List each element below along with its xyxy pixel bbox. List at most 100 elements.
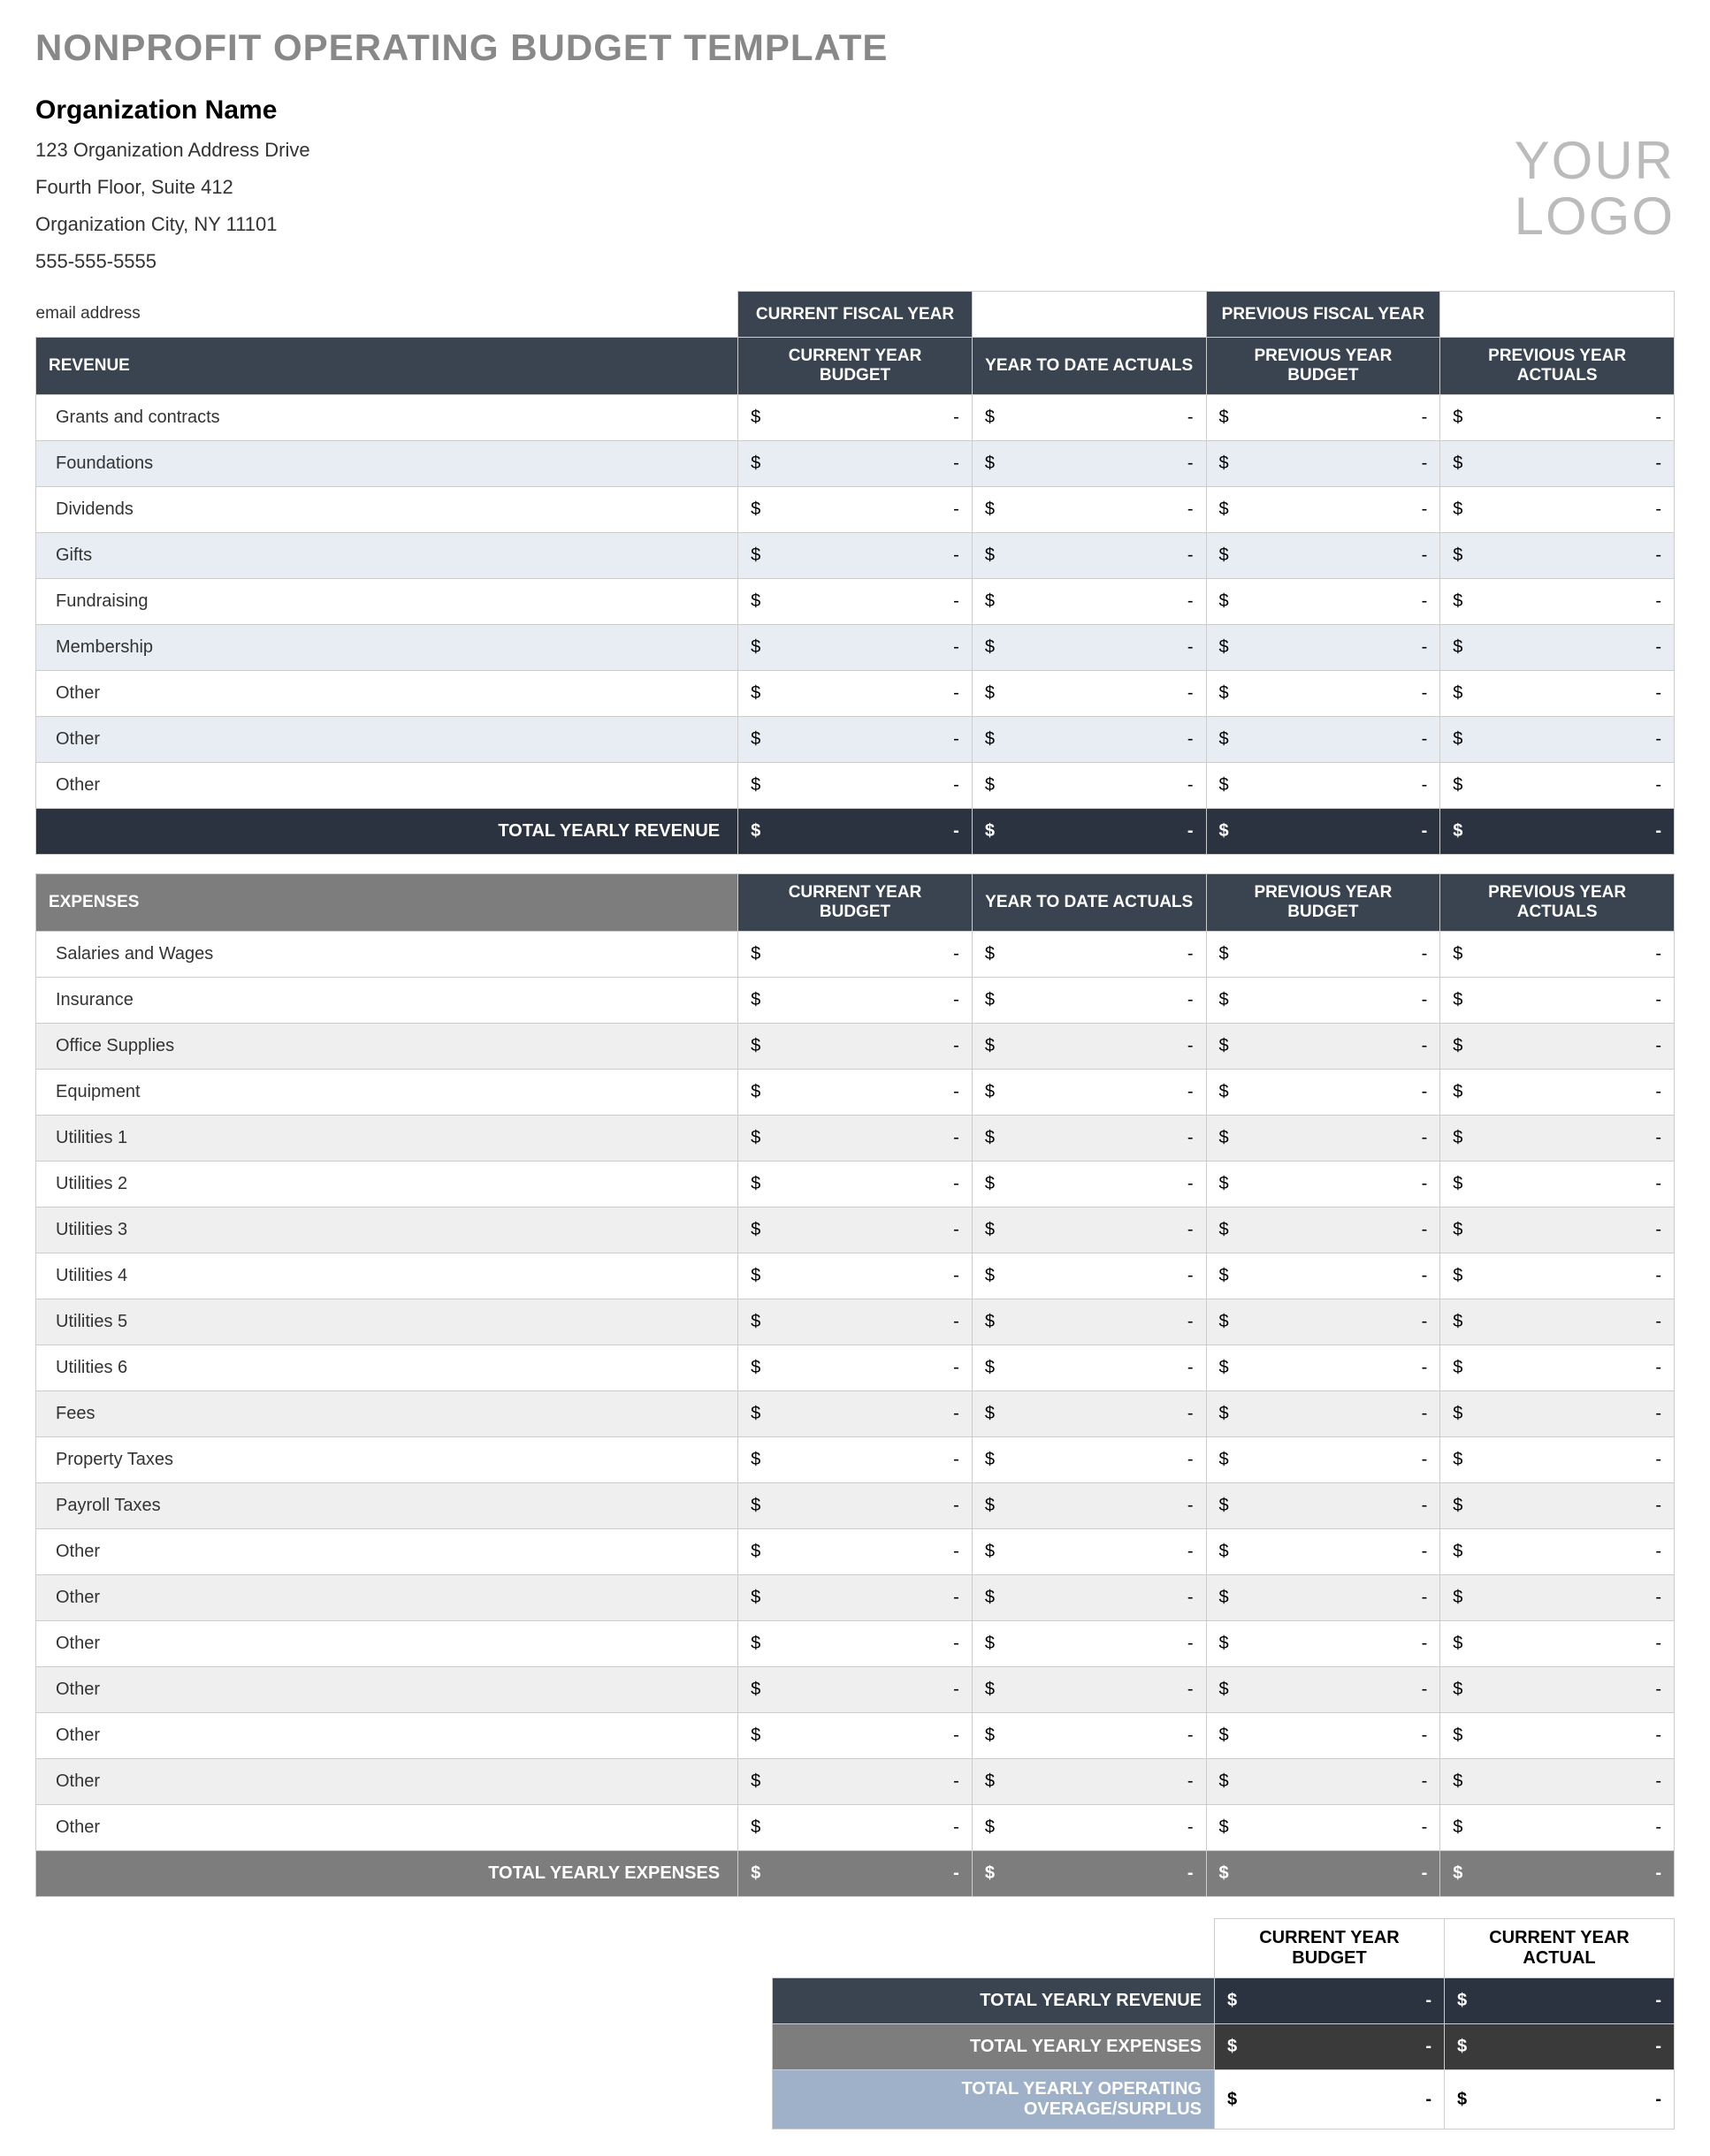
money-cell[interactable]: $- bbox=[1206, 1162, 1440, 1208]
money-cell[interactable]: $- bbox=[738, 625, 973, 671]
money-cell[interactable]: $- bbox=[1206, 1391, 1440, 1437]
money-cell[interactable]: $- bbox=[738, 717, 973, 763]
money-cell[interactable]: $- bbox=[1206, 533, 1440, 579]
money-cell[interactable]: $- bbox=[1440, 671, 1675, 717]
money-cell[interactable]: $- bbox=[738, 1621, 973, 1667]
money-cell[interactable]: $- bbox=[1206, 1667, 1440, 1713]
money-cell[interactable]: $- bbox=[1440, 1299, 1675, 1345]
money-cell[interactable]: $- bbox=[1440, 1805, 1675, 1851]
money-cell[interactable]: $- bbox=[972, 1208, 1206, 1253]
money-cell[interactable]: $- bbox=[1440, 1437, 1675, 1483]
money-cell[interactable]: $- bbox=[1206, 1483, 1440, 1529]
money-cell[interactable]: $- bbox=[738, 809, 973, 855]
money-cell[interactable]: $- bbox=[1206, 579, 1440, 625]
money-cell[interactable]: $- bbox=[972, 717, 1206, 763]
money-cell[interactable]: $- bbox=[1440, 1208, 1675, 1253]
money-cell[interactable]: $- bbox=[738, 1070, 973, 1116]
money-cell[interactable]: $- bbox=[1206, 1024, 1440, 1070]
money-cell[interactable]: $- bbox=[1206, 1805, 1440, 1851]
money-cell[interactable]: $- bbox=[1440, 978, 1675, 1024]
money-cell[interactable]: $- bbox=[1206, 763, 1440, 809]
money-cell[interactable]: $- bbox=[1206, 1529, 1440, 1575]
money-cell[interactable]: $- bbox=[738, 1483, 973, 1529]
money-cell[interactable]: $- bbox=[972, 1483, 1206, 1529]
money-cell[interactable]: $- bbox=[1440, 1345, 1675, 1391]
money-cell[interactable]: $- bbox=[972, 395, 1206, 441]
money-cell[interactable]: $- bbox=[738, 395, 973, 441]
money-cell[interactable]: $- bbox=[1206, 1759, 1440, 1805]
money-cell[interactable]: $- bbox=[1440, 1621, 1675, 1667]
money-cell[interactable]: $- bbox=[1440, 1713, 1675, 1759]
money-cell[interactable]: $- bbox=[1206, 671, 1440, 717]
money-cell[interactable]: $- bbox=[738, 1024, 973, 1070]
money-cell[interactable]: $- bbox=[972, 1713, 1206, 1759]
money-cell[interactable]: $- bbox=[1440, 1575, 1675, 1621]
money-cell[interactable]: $- bbox=[1206, 1575, 1440, 1621]
money-cell[interactable]: $- bbox=[972, 763, 1206, 809]
money-cell[interactable]: $- bbox=[738, 1253, 973, 1299]
money-cell[interactable]: $- bbox=[972, 1070, 1206, 1116]
previous-fiscal-year-value[interactable] bbox=[1440, 292, 1675, 338]
money-cell[interactable]: $- bbox=[1206, 1253, 1440, 1299]
money-cell[interactable]: $- bbox=[972, 1575, 1206, 1621]
money-cell[interactable]: $- bbox=[972, 978, 1206, 1024]
money-cell[interactable]: $- bbox=[972, 625, 1206, 671]
money-cell[interactable]: $- bbox=[972, 1805, 1206, 1851]
money-cell[interactable]: $- bbox=[1206, 1299, 1440, 1345]
money-cell[interactable]: $- bbox=[1440, 533, 1675, 579]
money-cell[interactable]: $- bbox=[1206, 625, 1440, 671]
money-cell[interactable]: $- bbox=[1206, 809, 1440, 855]
money-cell[interactable]: $- bbox=[972, 809, 1206, 855]
money-cell[interactable]: $- bbox=[738, 1116, 973, 1162]
money-cell[interactable]: $- bbox=[738, 441, 973, 487]
money-cell[interactable]: $- bbox=[1206, 1713, 1440, 1759]
money-cell[interactable]: $- bbox=[972, 1759, 1206, 1805]
money-cell[interactable]: $- bbox=[1440, 1116, 1675, 1162]
money-cell[interactable]: $- bbox=[738, 1805, 973, 1851]
money-cell[interactable]: $- bbox=[972, 441, 1206, 487]
money-cell[interactable]: $- bbox=[1440, 1667, 1675, 1713]
money-cell[interactable]: $- bbox=[738, 1529, 973, 1575]
money-cell[interactable]: $- bbox=[972, 1437, 1206, 1483]
money-cell[interactable]: $- bbox=[1440, 1391, 1675, 1437]
money-cell[interactable]: $- bbox=[972, 1345, 1206, 1391]
money-cell[interactable]: $- bbox=[972, 1529, 1206, 1575]
money-cell[interactable]: $- bbox=[738, 671, 973, 717]
money-cell[interactable]: $- bbox=[1440, 487, 1675, 533]
money-cell[interactable]: $- bbox=[1206, 395, 1440, 441]
money-cell[interactable]: $- bbox=[738, 1851, 973, 1897]
money-cell[interactable]: $- bbox=[1206, 978, 1440, 1024]
money-cell[interactable]: $- bbox=[738, 1345, 973, 1391]
money-cell[interactable]: $- bbox=[1440, 717, 1675, 763]
money-cell[interactable]: $- bbox=[972, 1299, 1206, 1345]
money-cell[interactable]: $- bbox=[1440, 1529, 1675, 1575]
money-cell[interactable]: $- bbox=[1206, 717, 1440, 763]
money-cell[interactable]: $- bbox=[1440, 1162, 1675, 1208]
money-cell[interactable]: $- bbox=[1206, 1851, 1440, 1897]
money-cell[interactable]: $- bbox=[1206, 1437, 1440, 1483]
money-cell[interactable]: $- bbox=[738, 487, 973, 533]
money-cell[interactable]: $- bbox=[738, 1667, 973, 1713]
money-cell[interactable]: $- bbox=[1440, 809, 1675, 855]
money-cell[interactable]: $- bbox=[972, 1162, 1206, 1208]
money-cell[interactable]: $- bbox=[972, 1253, 1206, 1299]
money-cell[interactable]: $- bbox=[1440, 1253, 1675, 1299]
money-cell[interactable]: $- bbox=[1440, 1851, 1675, 1897]
money-cell[interactable]: $- bbox=[1440, 1483, 1675, 1529]
money-cell[interactable]: $- bbox=[738, 932, 973, 978]
money-cell[interactable]: $- bbox=[1440, 1070, 1675, 1116]
money-cell[interactable]: $- bbox=[1206, 1621, 1440, 1667]
money-cell[interactable]: $- bbox=[972, 1667, 1206, 1713]
money-cell[interactable]: $- bbox=[972, 1621, 1206, 1667]
money-cell[interactable]: $- bbox=[972, 671, 1206, 717]
money-cell[interactable]: $- bbox=[738, 1575, 973, 1621]
money-cell[interactable]: $- bbox=[738, 1391, 973, 1437]
money-cell[interactable]: $- bbox=[738, 978, 973, 1024]
current-fiscal-year-value[interactable] bbox=[972, 292, 1206, 338]
money-cell[interactable]: $- bbox=[1440, 1024, 1675, 1070]
money-cell[interactable]: $- bbox=[1206, 487, 1440, 533]
money-cell[interactable]: $- bbox=[738, 1208, 973, 1253]
money-cell[interactable]: $- bbox=[972, 1024, 1206, 1070]
money-cell[interactable]: $- bbox=[1206, 1345, 1440, 1391]
money-cell[interactable]: $- bbox=[1440, 395, 1675, 441]
